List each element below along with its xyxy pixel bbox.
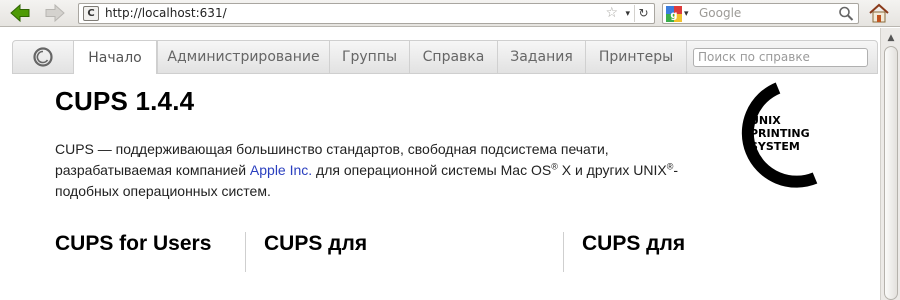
tab-help[interactable]: Справка — [409, 41, 497, 73]
tab-administration[interactable]: Администрирование — [157, 41, 329, 73]
logo-line-3: SYSTEM — [750, 140, 800, 153]
url-text[interactable]: http://localhost:631/ — [105, 6, 227, 20]
apple-link[interactable]: Apple Inc. — [250, 162, 312, 178]
reload-icon[interactable]: ↻ — [634, 5, 652, 22]
registered-mark: ® — [551, 161, 558, 172]
column-heading-developers: CUPS для — [582, 232, 686, 255]
column-divider — [245, 232, 246, 272]
svg-text:g: g — [670, 10, 677, 21]
history-dropdown-icon[interactable]: ▾ — [625, 6, 630, 23]
page-title: CUPS 1.4.4 — [55, 86, 195, 116]
tab-classes[interactable]: Группы — [329, 41, 409, 73]
logo-line-2: PRINTING — [750, 127, 810, 140]
forward-arrow-icon[interactable] — [44, 3, 66, 23]
intro-paragraph: CUPS — поддерживающая большинство станда… — [55, 139, 715, 202]
column-divider — [563, 232, 564, 272]
browser-toolbar: C http://localhost:631/ ☆ ▾ ↻ g ▾ Google — [0, 0, 900, 27]
scroll-up-arrow-icon[interactable]: ▲ — [884, 32, 898, 44]
url-bar[interactable]: C http://localhost:631/ ☆ ▾ ↻ — [78, 3, 655, 24]
cups-logo-icon[interactable] — [13, 41, 73, 73]
column-heading-admins: CUPS для — [264, 232, 368, 255]
home-icon[interactable] — [867, 2, 891, 24]
intro-text-3: X и других UNIX — [557, 162, 667, 178]
browser-search-bar[interactable]: g ▾ Google — [662, 3, 859, 24]
site-favicon-icon: C — [83, 6, 99, 21]
column-heading-users: CUPS for Users — [55, 232, 212, 255]
tab-jobs[interactable]: Задания — [497, 41, 585, 73]
magnifier-icon[interactable] — [838, 5, 854, 22]
google-icon[interactable]: g — [666, 6, 682, 22]
engine-dropdown-icon[interactable]: ▾ — [684, 6, 689, 23]
cups-unix-printing-logo: UNIX PRINTING SYSTEM — [720, 80, 830, 192]
tab-home[interactable]: Начало — [73, 41, 157, 74]
scroll-thumb[interactable] — [884, 46, 898, 300]
browser-search-input[interactable]: Google — [699, 6, 741, 20]
vertical-scrollbar[interactable]: ▲ — [880, 28, 900, 300]
star-icon[interactable]: ☆ — [605, 5, 618, 22]
cups-tab-bar: Начало Администрирование Группы Справка … — [12, 40, 878, 74]
logo-line-1: UNIX — [750, 114, 781, 127]
help-search-input[interactable]: Поиск по справке — [693, 48, 868, 67]
intro-text-2: для операционной системы Mac OS — [312, 162, 552, 178]
back-arrow-icon[interactable] — [9, 3, 31, 23]
tab-printers[interactable]: Принтеры — [585, 41, 687, 73]
